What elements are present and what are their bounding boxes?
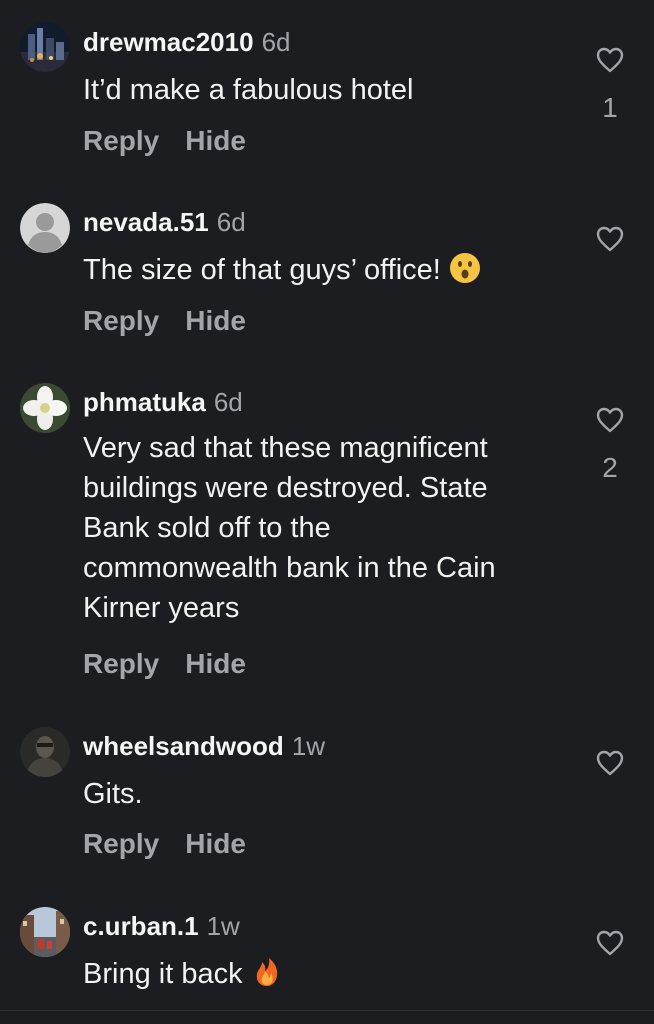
comment-text-content: The size of that guys’ office! [83, 254, 441, 286]
comment-text: It’d make a fabulous hotel [83, 70, 583, 110]
comment-actions: Reply Hide [83, 304, 246, 338]
hide-button[interactable]: Hide [185, 125, 246, 156]
comment-actions: Reply Hide [83, 827, 246, 861]
username[interactable]: phmatuka [83, 387, 206, 417]
divider [0, 1010, 654, 1011]
comment-header: phmatuka 6d [83, 386, 243, 418]
comment-header: nevada.51 6d [83, 206, 246, 238]
astonished-face-emoji-icon [449, 253, 480, 283]
hide-button[interactable]: Hide [185, 828, 246, 859]
reply-button[interactable]: Reply [83, 828, 159, 859]
timestamp: 6d [261, 27, 291, 57]
username[interactable]: drewmac2010 [83, 27, 254, 57]
heart-icon[interactable] [596, 750, 624, 776]
comment-text: Bring it back [83, 954, 583, 994]
timestamp: 1w [291, 731, 326, 761]
hide-button[interactable]: Hide [185, 648, 246, 679]
comment-text-content: Bring it back [83, 958, 243, 990]
reply-button[interactable]: Reply [83, 125, 159, 156]
avatar[interactable] [20, 727, 70, 777]
comment-header: c.urban.1 1w [83, 910, 240, 942]
heart-icon[interactable] [596, 47, 624, 73]
heart-icon[interactable] [596, 407, 624, 433]
heart-icon[interactable] [596, 226, 624, 252]
timestamp: 6d [216, 207, 246, 237]
avatar[interactable] [20, 907, 70, 957]
comment-text-content: Very sad that these magnificent building… [83, 432, 496, 624]
reply-button[interactable]: Reply [83, 648, 159, 679]
comment-actions: Reply Hide [83, 647, 246, 681]
avatar[interactable] [20, 22, 70, 72]
timestamp: 1w [206, 911, 240, 941]
username[interactable]: c.urban.1 [83, 911, 199, 941]
hide-button[interactable]: Hide [185, 305, 246, 336]
comment-text: Very sad that these magnificent building… [83, 428, 583, 628]
reply-button[interactable]: Reply [83, 305, 159, 336]
comment-actions: Reply Hide [83, 124, 246, 158]
timestamp: 6d [213, 387, 243, 417]
comment-text: Gits. [83, 774, 583, 814]
comment-header: drewmac2010 6d [83, 26, 290, 58]
like-count: 2 [602, 452, 618, 483]
username[interactable]: nevada.51 [83, 207, 209, 237]
like-count: 1 [602, 92, 618, 123]
avatar[interactable] [20, 203, 70, 253]
comment-text-content: It’d make a fabulous hotel [83, 74, 414, 106]
comment-text-content: Gits. [83, 778, 143, 810]
username[interactable]: wheelsandwood [83, 731, 284, 761]
heart-icon[interactable] [596, 930, 624, 956]
avatar[interactable] [20, 383, 70, 433]
comment-header: wheelsandwood 1w [83, 730, 325, 762]
fire-emoji-icon [256, 958, 277, 986]
comment-text: The size of that guys’ office! [83, 250, 583, 290]
